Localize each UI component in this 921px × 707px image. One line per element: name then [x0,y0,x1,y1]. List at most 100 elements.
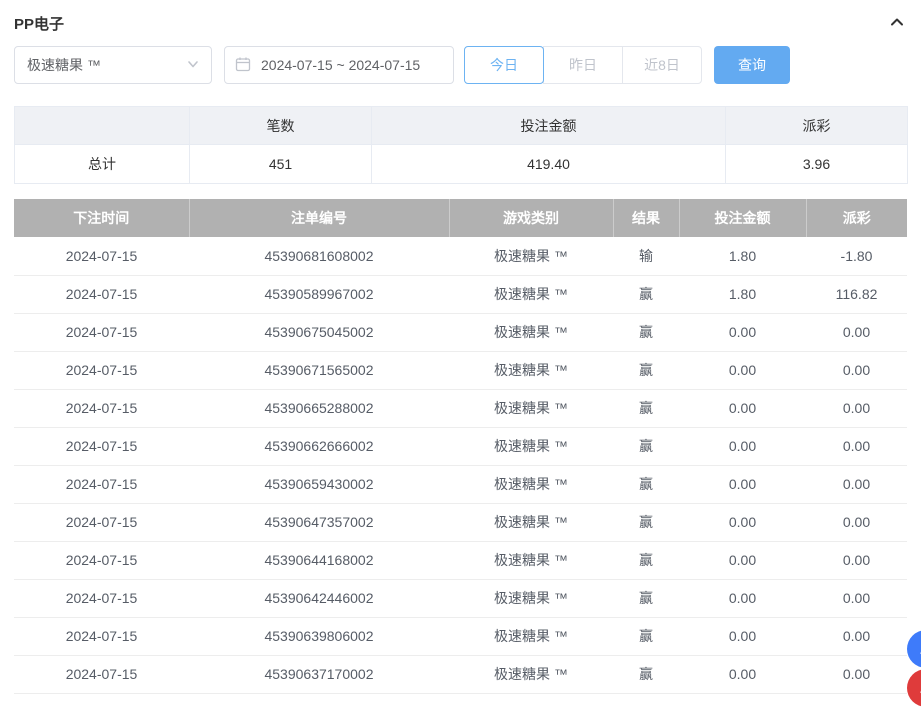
cell-bet-id: 45390642446002 [189,579,449,617]
cell-payout: 0.00 [806,465,907,503]
cell-payout: 0.00 [806,389,907,427]
summary-total-row: 总计 451 419.40 3.96 [15,145,908,184]
summary-header-count: 笔数 [190,107,372,145]
chevron-up-icon [889,14,905,33]
cell-payout: 116.82 [806,275,907,313]
cell-bet-id: 45390589967002 [189,275,449,313]
cell-payout: 0.00 [806,313,907,351]
cell-result: 赢 [613,351,679,389]
search-button[interactable]: 查询 [714,46,790,84]
date-range-input[interactable] [259,56,443,74]
cell-result: 赢 [613,541,679,579]
summary-total-bet-amount: 419.40 [372,145,726,184]
cell-bet-time: 2024-07-15 [14,389,189,427]
cell-bet-amount: 0.00 [679,655,806,693]
summary-total-count: 451 [190,145,372,184]
quick-filter-last-8-days[interactable]: 近8日 [622,46,702,84]
cell-game-type: 极速糖果 ™ [449,351,613,389]
summary-total-label: 总计 [15,145,190,184]
game-select-value: 极速糖果 ™ [27,55,101,75]
cell-bet-time: 2024-07-15 [14,465,189,503]
header-result: 结果 [613,199,679,237]
header-bet-time: 下注时间 [14,199,189,237]
cell-bet-id: 45390671565002 [189,351,449,389]
cell-bet-amount: 0.00 [679,427,806,465]
cell-result: 赢 [613,427,679,465]
page-title: PP电子 [14,13,64,34]
cell-bet-id: 45390639806002 [189,617,449,655]
table-row: 2024-07-15 45390681608002 极速糖果 ™ 输 1.80 … [14,237,907,275]
summary-total-payout: 3.96 [726,145,908,184]
cell-bet-time: 2024-07-15 [14,541,189,579]
cell-payout: 0.00 [806,655,907,693]
cell-bet-amount: 0.00 [679,313,806,351]
cell-bet-time: 2024-07-15 [14,275,189,313]
cell-bet-id: 45390647357002 [189,503,449,541]
cell-game-type: 极速糖果 ™ [449,275,613,313]
cell-bet-amount: 1.80 [679,237,806,275]
cell-bet-time: 2024-07-15 [14,579,189,617]
summary-header-payout: 派彩 [726,107,908,145]
cell-result: 赢 [613,503,679,541]
cell-bet-amount: 1.80 [679,275,806,313]
cell-bet-id: 45390681608002 [189,237,449,275]
cell-game-type: 极速糖果 ™ [449,541,613,579]
cell-bet-amount: 0.00 [679,389,806,427]
panel-header: PP电子 [14,0,907,32]
header-payout: 派彩 [806,199,907,237]
records-table: 下注时间 注单编号 游戏类别 结果 投注金额 派彩 2024-07-15 453… [14,199,907,694]
cell-game-type: 极速糖果 ™ [449,579,613,617]
cell-bet-time: 2024-07-15 [14,655,189,693]
summary-table: 笔数 投注金额 派彩 总计 451 419.40 3.96 [14,106,908,184]
table-row: 2024-07-15 45390642446002 极速糖果 ™ 赢 0.00 … [14,579,907,617]
cell-bet-time: 2024-07-15 [14,427,189,465]
cell-result: 赢 [613,313,679,351]
summary-header-bet-amount: 投注金额 [372,107,726,145]
header-game-type: 游戏类别 [449,199,613,237]
game-select-dropdown[interactable]: 极速糖果 ™ [14,46,212,84]
cell-payout: 0.00 [806,541,907,579]
cell-game-type: 极速糖果 ™ [449,617,613,655]
table-row: 2024-07-15 45390675045002 极速糖果 ™ 赢 0.00 … [14,313,907,351]
cell-payout: 0.00 [806,503,907,541]
table-row: 2024-07-15 45390662666002 极速糖果 ™ 赢 0.00 … [14,427,907,465]
quick-filter-yesterday[interactable]: 昨日 [543,46,623,84]
cell-bet-time: 2024-07-15 [14,351,189,389]
cell-bet-amount: 0.00 [679,503,806,541]
cell-bet-time: 2024-07-15 [14,237,189,275]
cell-payout: 0.00 [806,427,907,465]
cell-result: 赢 [613,389,679,427]
cell-result: 赢 [613,617,679,655]
cell-payout: 0.00 [806,351,907,389]
table-row: 2024-07-15 45390639806002 极速糖果 ™ 赢 0.00 … [14,617,907,655]
cell-game-type: 极速糖果 ™ [449,313,613,351]
cell-payout: 0.00 [806,617,907,655]
cell-bet-id: 45390662666002 [189,427,449,465]
table-row: 2024-07-15 45390644168002 极速糖果 ™ 赢 0.00 … [14,541,907,579]
cell-game-type: 极速糖果 ™ [449,427,613,465]
cell-result: 赢 [613,655,679,693]
header-bet-amount: 投注金额 [679,199,806,237]
cell-game-type: 极速糖果 ™ [449,237,613,275]
date-range-picker[interactable] [224,46,454,84]
records-header-row: 下注时间 注单编号 游戏类别 结果 投注金额 派彩 [14,199,907,237]
chevron-down-icon [187,57,199,73]
cell-bet-time: 2024-07-15 [14,313,189,351]
calendar-icon [235,56,251,75]
cell-bet-id: 45390675045002 [189,313,449,351]
cell-bet-id: 45390637170002 [189,655,449,693]
header-bet-id: 注单编号 [189,199,449,237]
pp-electronics-panel: PP电子 极速糖果 ™ 今日 [0,0,921,694]
cell-game-type: 极速糖果 ™ [449,655,613,693]
quick-filter-today[interactable]: 今日 [464,46,544,84]
summary-header-row: 笔数 投注金额 派彩 [15,107,908,145]
cell-result: 赢 [613,579,679,617]
cell-result: 赢 [613,275,679,313]
table-row: 2024-07-15 45390637170002 极速糖果 ™ 赢 0.00 … [14,655,907,693]
table-row: 2024-07-15 45390665288002 极速糖果 ™ 赢 0.00 … [14,389,907,427]
cell-bet-id: 45390644168002 [189,541,449,579]
cell-bet-id: 45390665288002 [189,389,449,427]
table-row: 2024-07-15 45390659430002 极速糖果 ™ 赢 0.00 … [14,465,907,503]
quick-filter-group: 今日 昨日 近8日 [464,46,702,84]
collapse-button[interactable] [887,13,907,33]
